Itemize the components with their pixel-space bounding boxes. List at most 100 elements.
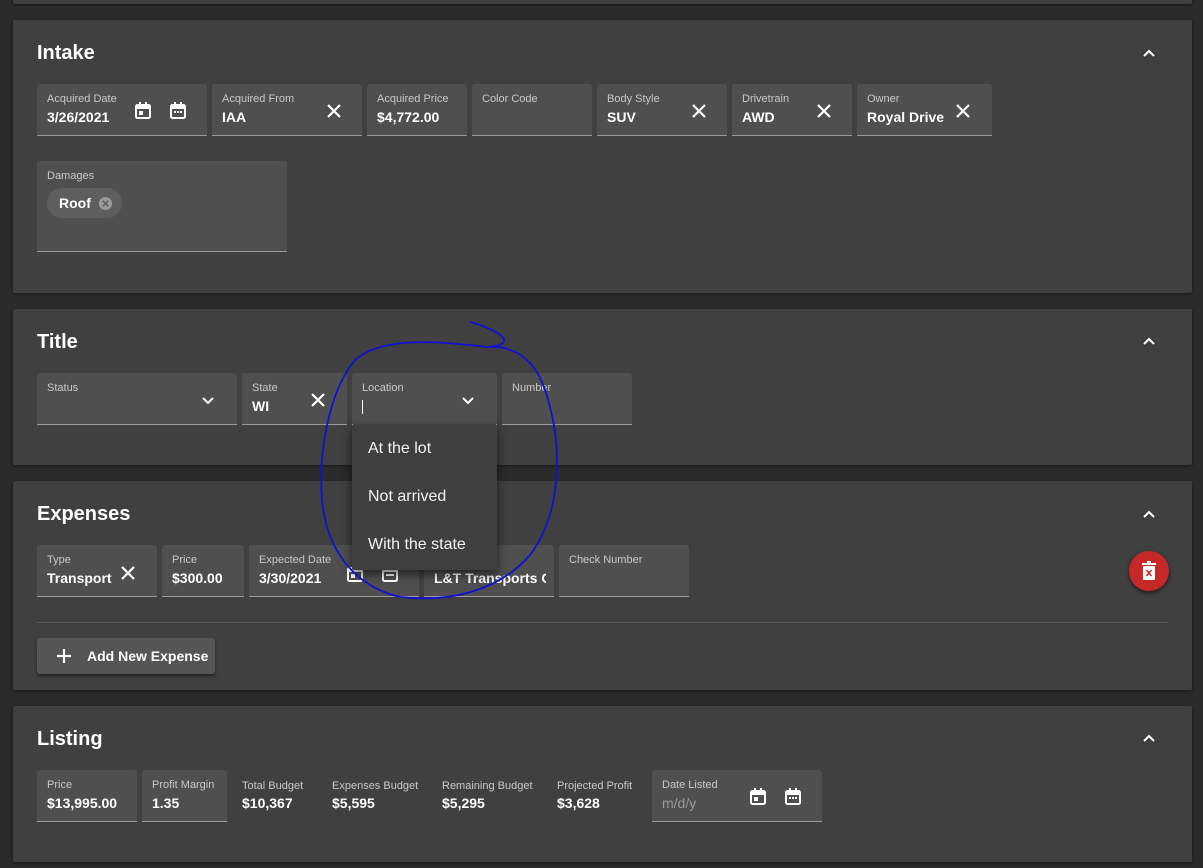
expense-check-number-label: Check Number [569,554,643,566]
listing-panel: Listing Price $13,995.00 Profit Margin 1… [13,706,1192,862]
drivetrain-label: Drivetrain [742,93,790,105]
acquired-price-label: Acquired Price [377,93,449,105]
title-panel: Title Status State WI Location Number [13,309,1192,465]
clear-icon[interactable] [308,390,328,410]
location-option-with-the-state[interactable]: With the state [368,536,466,554]
clear-icon[interactable] [324,101,344,121]
expense-price-field[interactable]: Price $300.00 [162,545,244,597]
body-style-value: SUV [607,109,636,125]
title-number-label: Number [512,382,552,394]
intake-panel: Intake Acquired Date 3/26/2021 Acquired … [13,20,1192,293]
expense-type-value: Transport [47,570,112,586]
expense-vendor-value: L&T Transports Co [434,570,546,586]
total-budget-value: $10,367 [242,795,293,811]
projected-profit-value: $3,628 [557,795,600,811]
calendar-icon[interactable] [168,101,188,121]
expenses-panel: Expenses Type Transport Price $300.00 Ex… [13,481,1192,690]
clear-icon[interactable] [118,563,138,583]
expenses-budget-label: Expenses Budget [332,780,419,792]
date-listed-input[interactable]: m/d/y [662,795,696,811]
acquired-from-field[interactable]: Acquired From IAA [212,84,362,136]
title-location-input[interactable] [362,400,363,414]
chevron-down-icon[interactable] [458,390,478,410]
title-number-field[interactable]: Number [502,373,632,425]
damage-chip-label: Roof [59,195,91,211]
profit-margin-field[interactable]: Profit Margin 1.35 [142,770,227,822]
chip-remove-icon[interactable] [98,196,113,211]
color-code-label: Color Code [482,93,538,105]
calendar-today-icon[interactable] [748,787,768,807]
acquired-price-value: $4,772.00 [377,109,440,125]
damages-field[interactable]: Damages Roof [37,161,287,252]
title-state-value: WI [252,398,270,414]
listing-price-value: $13,995.00 [47,795,118,811]
expense-expected-date-label: Expected Date [259,554,332,566]
profit-margin-label: Profit Margin [152,779,215,791]
projected-profit-label: Projected Profit [557,780,633,792]
chevron-up-icon[interactable] [1142,731,1156,745]
date-listed-label: Date Listed [662,779,718,791]
expense-expected-date-value: 3/30/2021 [259,570,322,586]
expenses-title: Expenses [37,503,131,525]
owner-label: Owner [867,93,900,105]
delete-expense-button[interactable] [1129,551,1169,591]
drivetrain-field[interactable]: Drivetrain AWD [732,84,852,136]
chevron-down-icon[interactable] [198,390,218,410]
listing-title: Listing [37,728,103,750]
body-style-field[interactable]: Body Style SUV [597,84,727,136]
expenses-budget-value: $5,595 [332,795,375,811]
title-state-field[interactable]: State WI [242,373,347,425]
owner-field[interactable]: Owner Royal Drive [857,84,992,136]
clear-icon[interactable] [689,101,709,121]
previous-panel [13,0,1192,4]
total-budget-label: Total Budget [242,780,304,792]
remaining-budget-value: $5,295 [442,795,485,811]
expenses-divider [37,622,1168,623]
expense-check-number-field[interactable]: Check Number [559,545,689,597]
total-budget-stat: Total Budget $10,367 [242,780,303,811]
title-status-label: Status [47,382,79,394]
acquired-price-field[interactable]: Acquired Price $4,772.00 [367,84,467,136]
location-option-not-arrived[interactable]: Not arrived [368,488,446,506]
color-code-field[interactable]: Color Code [472,84,592,136]
chevron-up-icon[interactable] [1142,46,1156,60]
title-location-label: Location [362,382,404,394]
drivetrain-value: AWD [742,109,775,125]
date-listed-field[interactable]: Date Listed m/d/y [652,770,822,822]
damages-label: Damages [47,170,95,182]
owner-value: Royal Drive [867,109,945,125]
expenses-budget-stat: Expenses Budget $5,595 [332,780,418,811]
expense-price-label: Price [172,554,198,566]
calendar-icon[interactable] [783,787,803,807]
profit-margin-value: 1.35 [152,795,180,811]
projected-profit-stat: Projected Profit $3,628 [557,780,632,811]
acquired-date-label: Acquired Date [47,93,117,105]
acquired-from-value: IAA [222,109,247,125]
acquired-from-label: Acquired From [222,93,295,105]
add-new-expense-label: Add New Expense [87,648,209,664]
body-style-label: Body Style [607,93,660,105]
location-option-at-the-lot[interactable]: At the lot [368,440,431,458]
title-section-title: Title [37,331,78,353]
title-location-field[interactable]: Location [352,373,497,426]
acquired-date-field[interactable]: Acquired Date 3/26/2021 [37,84,207,136]
title-state-label: State [252,382,278,394]
remaining-budget-label: Remaining Budget [442,780,533,792]
expense-type-label: Type [47,554,71,566]
title-status-field[interactable]: Status [37,373,237,425]
remaining-budget-stat: Remaining Budget $5,295 [442,780,533,811]
chevron-up-icon[interactable] [1142,507,1156,521]
damage-chip[interactable]: Roof [47,188,122,218]
calendar-today-icon[interactable] [133,101,153,121]
chevron-up-icon[interactable] [1142,334,1156,348]
expense-type-field[interactable]: Type Transport [37,545,157,597]
listing-price-field[interactable]: Price $13,995.00 [37,770,137,822]
listing-price-label: Price [47,779,73,791]
plus-icon [57,649,71,663]
intake-title: Intake [37,42,95,64]
add-new-expense-button[interactable]: Add New Expense [37,638,215,674]
clear-icon[interactable] [953,101,973,121]
acquired-date-value: 3/26/2021 [47,109,110,125]
delete-icon [1142,561,1156,580]
clear-icon[interactable] [814,101,834,121]
